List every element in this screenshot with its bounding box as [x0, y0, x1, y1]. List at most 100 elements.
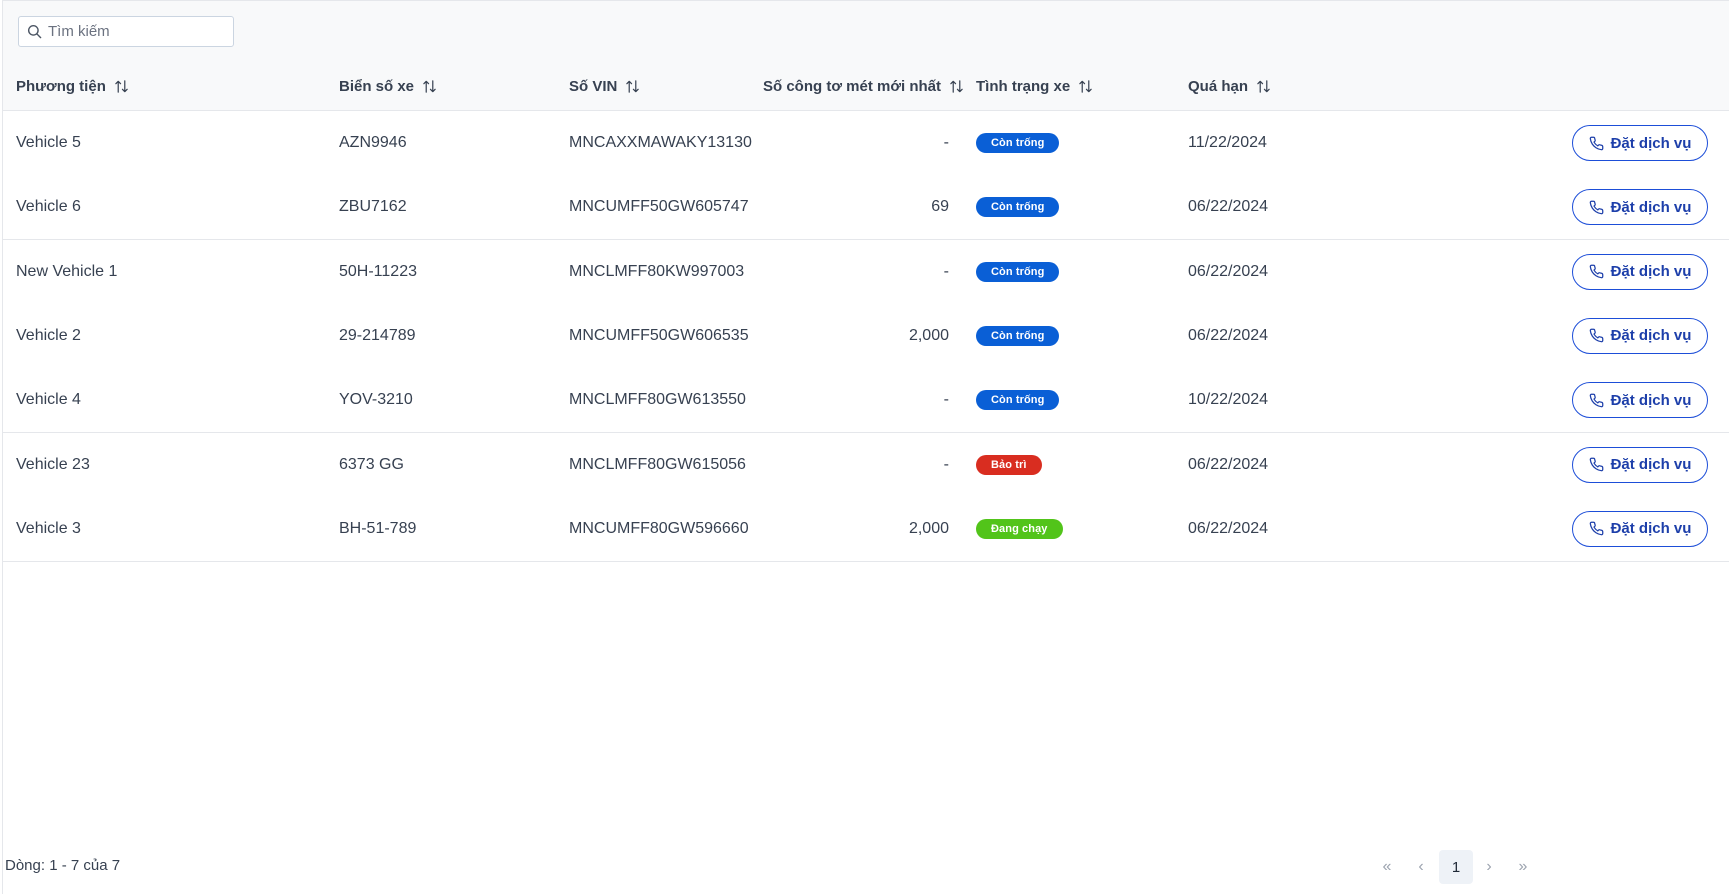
col-status-cell: Còn trống	[976, 175, 1060, 239]
phone-icon	[1589, 264, 1611, 279]
header-col-plate[interactable]: Biển số xe	[339, 62, 437, 110]
col-status-cell: Còn trống	[976, 368, 1060, 432]
col-vehicle-cell: Vehicle 3	[16, 497, 81, 561]
book-service-button[interactable]: Đặt dịch vụ	[1572, 446, 1708, 483]
col-vehicle-text: Vehicle 2	[16, 326, 81, 344]
col-vin-text: MNCLMFF80GW615056	[569, 455, 746, 473]
status-badge: Còn trống	[976, 261, 1060, 282]
book-service-button[interactable]: Đặt dịch vụ	[1572, 317, 1708, 354]
chevron-left-icon: ‹	[1418, 858, 1424, 875]
page-1-button[interactable]: 1	[1439, 850, 1473, 884]
col-vehicle-text: New Vehicle 1	[16, 262, 118, 280]
sort-icon[interactable]	[1256, 79, 1271, 94]
col-vehicle-text: Vehicle 23	[16, 455, 90, 473]
book-service-label: Đặt dịch vụ	[1610, 134, 1692, 152]
search-box[interactable]	[18, 16, 234, 47]
table-row[interactable]: Vehicle 5 AZN9946 MNCAXXMAWAKY13130 - Còn tr…	[3, 111, 1729, 176]
col-due-cell: 10/22/2024	[1188, 368, 1268, 432]
col-due-text: 06/22/2024	[1188, 519, 1269, 537]
col-status-cell: Bảo trì	[976, 433, 1042, 497]
rows-count-text: Dòng: 1 - 7 của 7	[5, 857, 121, 874]
col-vehicle-cell: Vehicle 4	[16, 368, 81, 432]
col-plate-cell: 29-214789	[339, 304, 416, 368]
col-plate-text: AZN9946	[339, 134, 407, 151]
col-status-cell: Đang chạy	[976, 497, 1063, 561]
col-vin-text: MNCUMFF50GW605747	[569, 198, 749, 216]
header-col-odometer[interactable]: Số công tơ mét mới nhất	[763, 62, 964, 110]
header-col-vehicle[interactable]: Phương tiện	[16, 62, 129, 110]
status-badge: Còn trống	[976, 390, 1060, 411]
col-due-cell: 06/22/2024	[1188, 240, 1268, 304]
col-odometer-text: -	[943, 455, 949, 473]
book-service-button[interactable]: Đặt dịch vụ	[1572, 382, 1708, 419]
book-service-button[interactable]: Đặt dịch vụ	[1572, 510, 1708, 547]
book-service-label: Đặt dịch vụ	[1610, 198, 1692, 216]
phone-icon	[1589, 328, 1611, 343]
col-plate-text: 6373 GG	[339, 455, 404, 473]
book-service-button[interactable]: Đặt dịch vụ	[1572, 189, 1708, 226]
col-vehicle-text: Vehicle 4	[16, 391, 81, 409]
status-badge: Đang chạy	[976, 518, 1063, 539]
table-row[interactable]: Vehicle 23 6373 GG MNCLMFF80GW615056 - Bảo t…	[3, 432, 1729, 498]
header-label: Phương tiện	[16, 77, 106, 95]
col-vehicle-cell: Vehicle 5	[16, 111, 81, 175]
book-service-label: Đặt dịch vụ	[1610, 520, 1692, 538]
phone-icon	[1589, 393, 1611, 408]
col-vin-text: MNCUMFF80GW596660	[569, 519, 749, 537]
book-service-label: Đặt dịch vụ	[1610, 327, 1692, 345]
col-vin-cell: MNCLMFF80GW615056	[569, 433, 746, 497]
header-label: Biển số xe	[339, 77, 415, 95]
status-badge: Còn trống	[976, 197, 1060, 218]
col-odometer-cell: 2,000	[763, 497, 949, 561]
col-odometer-cell: -	[763, 240, 949, 304]
sort-icon[interactable]	[114, 79, 129, 94]
header-label: Số công tơ mét mới nhất	[763, 77, 942, 95]
col-status-cell: Còn trống	[976, 304, 1060, 368]
sort-icon[interactable]	[949, 79, 964, 94]
col-plate-text: 50H-11223	[339, 262, 417, 280]
sort-icon[interactable]	[625, 79, 640, 94]
book-service-label: Đặt dịch vụ	[1610, 391, 1692, 409]
col-status-cell: Còn trống	[976, 111, 1060, 175]
col-odometer-cell: -	[763, 433, 949, 497]
book-service-button[interactable]: Đặt dịch vụ	[1572, 125, 1708, 161]
search-icon	[27, 24, 42, 39]
col-vin-cell: MNCUMFF50GW606535	[569, 304, 749, 368]
phone-icon	[1589, 136, 1611, 151]
col-due-text: 11/22/2024	[1188, 134, 1267, 151]
status-badge: Còn trống	[976, 325, 1060, 346]
header-col-status[interactable]: Tình trạng xe	[976, 62, 1093, 110]
col-plate-cell: AZN9946	[339, 111, 407, 175]
first-page-button[interactable]: «	[1372, 850, 1402, 884]
col-odometer-cell: -	[763, 368, 949, 432]
col-vehicle-text: Vehicle 5	[16, 134, 81, 151]
col-plate-text: YOV-3210	[339, 391, 413, 409]
last-page-button[interactable]: »	[1508, 850, 1538, 884]
header-col-due[interactable]: Quá hạn	[1188, 62, 1271, 110]
table-row[interactable]: Vehicle 2 29-214789 MNCUMFF50GW606535 2,000…	[3, 303, 1729, 369]
next-page-button[interactable]: ›	[1474, 850, 1504, 884]
sort-icon[interactable]	[422, 79, 437, 94]
col-due-text: 06/22/2024	[1188, 326, 1269, 344]
col-odometer-cell: 2,000	[763, 304, 949, 368]
table-row[interactable]: Vehicle 6 ZBU7162 MNCUMFF50GW605747 69 Còn t…	[3, 175, 1729, 241]
phone-icon	[1589, 200, 1611, 215]
col-odometer-text: 2,000	[908, 519, 949, 537]
header-col-vin[interactable]: Số VIN	[569, 62, 640, 110]
col-odometer-text: -	[943, 134, 949, 151]
table-row[interactable]: New Vehicle 1 50H-11223 MNCLMFF80KW997003 -…	[3, 239, 1729, 305]
prev-page-button[interactable]: ‹	[1406, 850, 1436, 884]
table-row[interactable]: Vehicle 4 YOV-3210 MNCLMFF80GW613550 - Còn t…	[3, 368, 1729, 434]
chevron-right-icon: ›	[1486, 858, 1492, 875]
col-vin-text: MNCAXXMAWAKY13130	[569, 134, 752, 151]
col-odometer-text: -	[943, 391, 949, 409]
search-input[interactable]	[48, 23, 218, 40]
book-service-button[interactable]: Đặt dịch vụ	[1572, 253, 1708, 290]
col-due-text: 06/22/2024	[1188, 198, 1269, 216]
sort-icon[interactable]	[1078, 79, 1093, 94]
table-row[interactable]: Vehicle 3 BH-51-789 MNCUMFF80GW596660 2,000…	[3, 496, 1729, 562]
col-vehicle-cell: Vehicle 23	[16, 433, 90, 497]
col-vehicle-text: Vehicle 6	[16, 198, 81, 216]
col-vehicle-cell: Vehicle 2	[16, 304, 81, 368]
col-due-text: 06/22/2024	[1188, 262, 1269, 280]
